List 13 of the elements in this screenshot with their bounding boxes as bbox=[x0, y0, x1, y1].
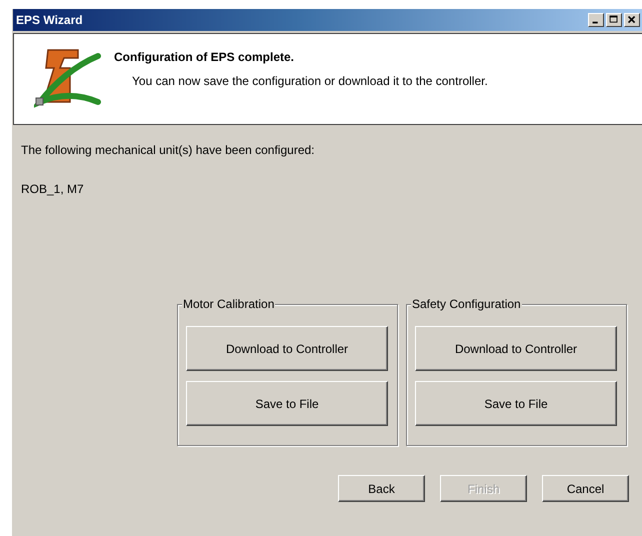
header-subtitle: You can now save the configuration or download it to the controller. bbox=[131, 74, 488, 88]
action-button[interactable]: Download to Controller bbox=[415, 326, 617, 371]
wizard-button[interactable]: Back bbox=[338, 475, 425, 502]
group-title: Motor Calibration bbox=[182, 297, 276, 311]
intro-text: The following mechanical unit(s) have been configured: bbox=[21, 143, 316, 157]
header-title: Configuration of EPS complete. bbox=[114, 50, 296, 64]
units-text: ROB_1, M7 bbox=[21, 182, 85, 196]
window-title: EPS Wizard bbox=[16, 13, 84, 27]
action-button[interactable]: Save to File bbox=[186, 381, 388, 426]
action-button[interactable]: Download to Controller bbox=[186, 326, 388, 371]
wizard-button[interactable]: Cancel bbox=[542, 475, 629, 502]
action-button[interactable]: Save to File bbox=[415, 381, 617, 426]
group-title: Safety Configuration bbox=[411, 297, 522, 311]
